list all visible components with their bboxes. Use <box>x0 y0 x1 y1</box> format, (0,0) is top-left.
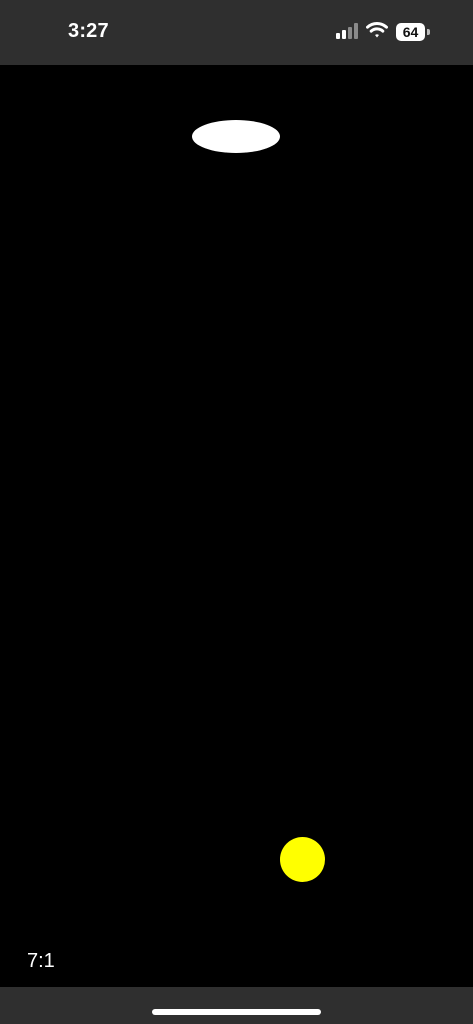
game-canvas[interactable]: 7:1 <box>0 65 473 987</box>
status-time: 3:27 <box>68 20 109 42</box>
home-indicator-area[interactable] <box>0 987 473 1024</box>
battery-level: 64 <box>396 23 425 41</box>
home-indicator[interactable] <box>152 1009 321 1015</box>
wifi-icon <box>366 22 388 38</box>
signal-bar-2 <box>342 30 346 39</box>
ball <box>280 837 325 882</box>
signal-bar-3 <box>348 27 352 39</box>
cellular-signal-icon <box>336 23 360 39</box>
game-screen: 3:27 64 7:1 <box>0 0 473 1024</box>
paddle[interactable] <box>192 120 280 153</box>
battery-icon: 64 <box>396 23 430 41</box>
score-display: 7:1 <box>27 950 55 972</box>
status-bar: 3:27 64 <box>0 0 473 65</box>
signal-bar-1 <box>336 33 340 39</box>
signal-bar-4 <box>354 23 358 39</box>
battery-tip <box>427 29 430 35</box>
